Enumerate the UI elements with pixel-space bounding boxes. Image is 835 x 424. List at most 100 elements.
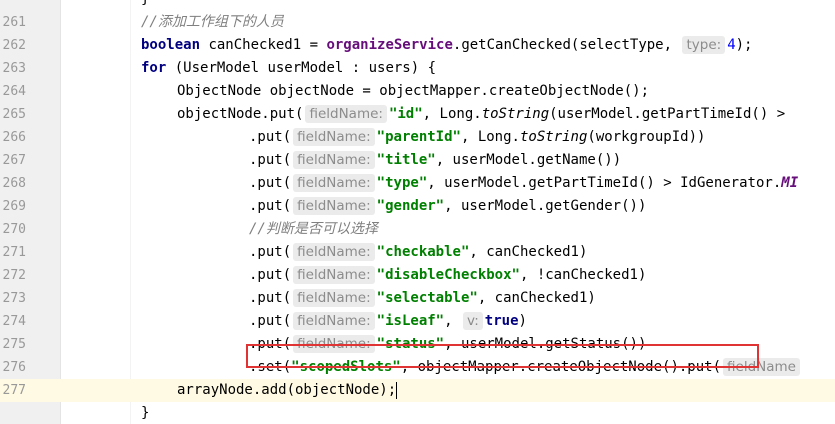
parameter-hint: fieldName:	[293, 289, 375, 307]
parameter-hint: fieldName:	[293, 197, 375, 215]
parameter-hint: fieldName:	[293, 312, 375, 330]
code-token: "type"	[376, 175, 428, 191]
code-line[interactable]: 262 boolean canChecked1 = organizeService…	[0, 34, 835, 57]
code-line[interactable]: 266 .put(fieldName: "parentId", Long.toStr…	[0, 126, 835, 149]
code-line[interactable]: }	[0, 0, 835, 11]
parameter-hint: fieldName:	[305, 105, 387, 123]
parameter-hint: fieldName:	[293, 243, 375, 261]
code-text[interactable]: boolean canChecked1 = organizeService.ge…	[141, 34, 752, 57]
code-line[interactable]: 276 .set("scopedSlots", objectMapper.crea…	[0, 356, 835, 379]
code-line[interactable]: 273 .put(fieldName: "selectable", canCheck…	[0, 287, 835, 310]
line-number: 268	[2, 176, 26, 191]
code-text[interactable]: }	[141, 402, 149, 424]
code-token: "title"	[376, 152, 436, 168]
code-line[interactable]: 264 ObjectNode objectNode = objectMapper.…	[0, 80, 835, 103]
parameter-hint: v:	[462, 312, 483, 330]
code-token: "checkable"	[376, 244, 470, 260]
code-token: MI	[781, 175, 799, 191]
code-line[interactable]: 265 objectNode.put(fieldName: "id", Long.t…	[0, 103, 835, 126]
code-token: "id"	[388, 106, 423, 122]
code-token: toString	[519, 129, 588, 145]
code-line[interactable]: }	[0, 402, 835, 424]
code-line[interactable]: 277 arrayNode.add(objectNode);	[0, 379, 835, 402]
code-token: "isLeaf"	[376, 313, 445, 329]
code-text[interactable]: }	[141, 0, 149, 11]
code-token: .put(	[249, 129, 292, 145]
code-text[interactable]: .put(fieldName: "title", userModel.getNam…	[249, 149, 621, 172]
parameter-hint: fieldName:	[293, 128, 375, 146]
code-text[interactable]: //判断是否可以选择	[249, 218, 378, 241]
parameter-hint: type:	[682, 36, 726, 54]
code-token: , userModel.getStatus())	[444, 336, 647, 352]
line-number: 265	[2, 107, 26, 122]
code-text[interactable]: .put(fieldName: "type", userModel.getPart…	[249, 172, 798, 195]
code-token: 4	[727, 37, 736, 53]
code-line[interactable]: 261 //添加工作组下的人员	[0, 11, 835, 34]
line-number: 262	[2, 38, 26, 53]
text-cursor	[396, 381, 398, 399]
code-text[interactable]: .put(fieldName: "selectable", canChecked1…	[249, 287, 596, 310]
code-token: , canChecked1)	[469, 244, 588, 260]
code-text[interactable]: arrayNode.add(objectNode);	[177, 379, 398, 402]
code-line[interactable]: 269 .put(fieldName: "gender", userModel.ge…	[0, 195, 835, 218]
code-line[interactable]: 271 .put(fieldName: "checkable", canChecke…	[0, 241, 835, 264]
code-line[interactable]: 274 .put(fieldName: "isLeaf", v: true)	[0, 310, 835, 333]
line-number: 269	[2, 199, 26, 214]
code-token: (UserModel userModel : users) {	[166, 60, 437, 76]
code-token: .put(	[249, 336, 292, 352]
code-line[interactable]: 267 .put(fieldName: "title", userModel.get…	[0, 149, 835, 172]
line-number: 267	[2, 153, 26, 168]
line-number: 270	[2, 222, 26, 237]
parameter-hint: fieldName:	[293, 335, 375, 353]
code-token: .getCanChecked(selectType,	[452, 37, 681, 53]
code-token: //添加工作组下的人员	[141, 14, 284, 30]
code-text[interactable]: .put(fieldName: "status", userModel.getSt…	[249, 333, 646, 356]
code-token: "parentId"	[376, 129, 461, 145]
code-token: for	[141, 60, 167, 76]
parameter-hint: fieldName	[723, 358, 800, 376]
code-token: , userModel.getName())	[435, 152, 622, 168]
code-token: .put(	[249, 290, 292, 306]
code-token: "status"	[376, 336, 445, 352]
line-number: 274	[2, 314, 26, 329]
code-token: true	[484, 313, 519, 329]
line-number: 261	[2, 15, 26, 30]
line-number: 264	[2, 84, 26, 99]
code-token: (userModel.getPartTimeId() >	[549, 106, 794, 122]
code-token: objectNode.put(	[177, 106, 304, 122]
code-text[interactable]: .put(fieldName: "checkable", canChecked1)	[249, 241, 587, 264]
code-text[interactable]: .put(fieldName: "parentId", Long.toString…	[249, 126, 705, 149]
code-text[interactable]: objectNode.put(fieldName: "id", Long.toSt…	[177, 103, 794, 126]
line-number: 272	[2, 268, 26, 283]
line-number: 273	[2, 291, 26, 306]
code-token: , Long.	[422, 106, 482, 122]
code-token: ObjectNode objectNode = objectMapper.cre…	[177, 83, 650, 99]
code-token: }	[141, 405, 150, 421]
code-token: , userModel.getPartTimeId() > IdGenerato…	[427, 175, 782, 191]
code-token: organizeService	[326, 37, 453, 53]
code-token: .put(	[249, 175, 292, 191]
code-token: arrayNode.add(objectNode);	[177, 382, 397, 398]
code-line[interactable]: 275 .put(fieldName: "status", userModel.ge…	[0, 333, 835, 356]
code-text[interactable]: //添加工作组下的人员	[141, 11, 284, 34]
code-token: canChecked1 =	[200, 37, 327, 53]
line-number: 271	[2, 245, 26, 260]
code-text[interactable]: ObjectNode objectNode = objectMapper.cre…	[177, 80, 649, 103]
code-token: , !canChecked1)	[519, 267, 647, 283]
code-line[interactable]: 270 //判断是否可以选择	[0, 218, 835, 241]
code-text[interactable]: .put(fieldName: "gender", userModel.getGe…	[249, 195, 646, 218]
code-line[interactable]: 268 .put(fieldName: "type", userModel.getP…	[0, 172, 835, 195]
code-token: .put(	[249, 267, 292, 283]
code-line[interactable]: 263 for (UserModel userModel : users) {	[0, 57, 835, 80]
code-editor[interactable]: } 261 //添加工作组下的人员 262 boolean canChecked1 = …	[0, 0, 835, 424]
code-line[interactable]: 272 .put(fieldName: "disableCheckbox", !ca…	[0, 264, 835, 287]
code-text[interactable]: .put(fieldName: "isLeaf", v: true)	[249, 310, 527, 333]
code-token: )	[518, 313, 527, 329]
code-token: "gender"	[376, 198, 445, 214]
code-text[interactable]: .put(fieldName: "disableCheckbox", !canCh…	[249, 264, 646, 287]
code-text[interactable]: for (UserModel userModel : users) {	[141, 57, 436, 80]
code-token: .put(	[249, 313, 292, 329]
code-token: , userModel.getGender())	[444, 198, 647, 214]
code-token: .put(	[249, 198, 292, 214]
code-text[interactable]: .set("scopedSlots", objectMapper.createO…	[249, 356, 802, 379]
